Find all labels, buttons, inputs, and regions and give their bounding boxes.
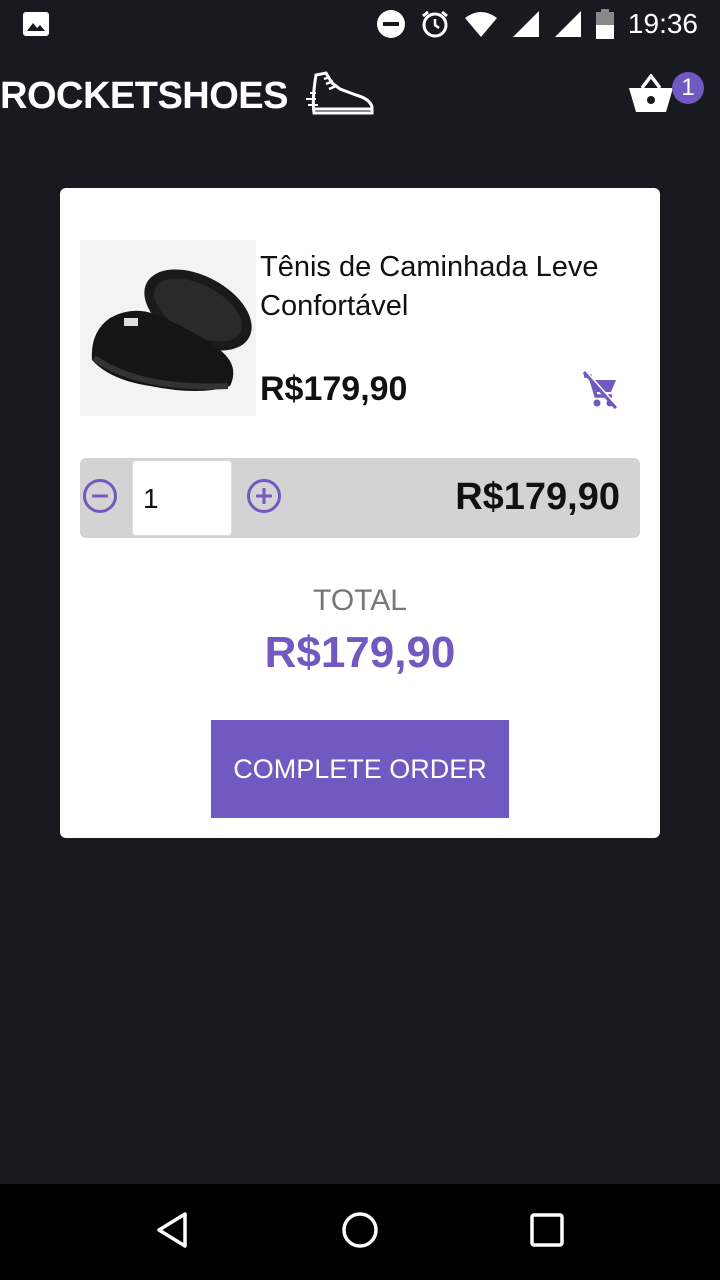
cart-count-badge: 1 bbox=[672, 72, 704, 104]
increment-button[interactable] bbox=[246, 478, 282, 519]
product-title: Tênis de Caminhada Leve Confortável bbox=[260, 251, 599, 322]
home-button[interactable] bbox=[330, 1202, 390, 1262]
total-label: TOTAL bbox=[313, 584, 407, 617]
quantity-row: 1 R$179,90 bbox=[80, 458, 640, 538]
remove-shopping-cart-icon bbox=[580, 370, 620, 415]
basket-icon bbox=[628, 72, 674, 119]
sneaker-icon bbox=[305, 69, 376, 124]
product-image bbox=[80, 240, 256, 416]
clock-time: 19:36 bbox=[627, 8, 698, 39]
home-circle-icon bbox=[340, 1210, 380, 1255]
navigation-bar bbox=[0, 1184, 720, 1280]
recents-button[interactable] bbox=[517, 1202, 577, 1262]
status-bar: 19:36 bbox=[0, 0, 720, 48]
decrement-button[interactable] bbox=[82, 478, 118, 519]
complete-order-button[interactable]: COMPLETE ORDER bbox=[211, 720, 509, 818]
image-icon bbox=[22, 11, 50, 37]
battery-icon bbox=[595, 9, 614, 39]
logo[interactable]: ROCKETSHOES bbox=[0, 69, 376, 124]
back-triangle-icon bbox=[153, 1210, 193, 1255]
plus-circle-icon bbox=[246, 478, 282, 519]
remove-from-cart-button[interactable] bbox=[578, 370, 622, 415]
logo-text: ROCKETSHOES bbox=[0, 74, 288, 117]
status-icons: 19:36 bbox=[376, 8, 698, 40]
product-price: R$179,90 bbox=[260, 370, 408, 408]
minus-circle-icon bbox=[82, 478, 118, 519]
cart-button[interactable]: 1 bbox=[628, 66, 704, 126]
wifi-icon bbox=[464, 10, 498, 38]
app-header: ROCKETSHOES 1 bbox=[0, 56, 720, 136]
quantity-input[interactable]: 1 bbox=[132, 460, 232, 536]
signal-icon-2 bbox=[554, 10, 582, 38]
item-subtotal: R$179,90 bbox=[455, 476, 620, 518]
recents-square-icon bbox=[527, 1210, 567, 1255]
cart-card: Tênis de Caminhada Leve Confortável R$17… bbox=[60, 188, 660, 838]
do-not-disturb-icon bbox=[376, 9, 406, 39]
back-button[interactable] bbox=[143, 1202, 203, 1262]
alarm-icon bbox=[420, 9, 450, 39]
signal-icon bbox=[512, 10, 540, 38]
total-value: R$179,90 bbox=[264, 628, 456, 677]
